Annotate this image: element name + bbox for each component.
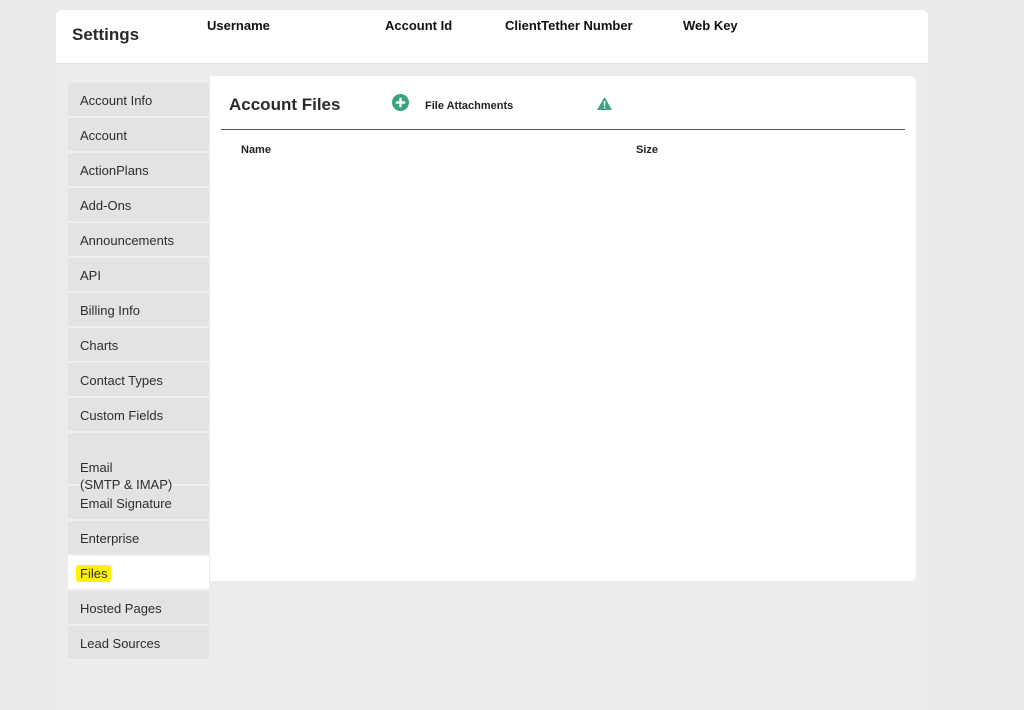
sidebar-item-label: Email (SMTP & IMAP) (80, 460, 173, 492)
sidebar-item-label: Add-Ons (80, 198, 132, 213)
account-files-panel: Account Files File Attachments Name Size (210, 76, 916, 581)
sidebar-item-label: API (80, 268, 101, 283)
sidebar-item-label: Custom Fields (80, 408, 164, 423)
plus-circle-icon[interactable] (392, 94, 409, 111)
sidebar-item-label: Contact Types (80, 373, 163, 388)
sidebar-item-enterprise[interactable]: Enterprise (68, 521, 209, 556)
file-attachments-label: File Attachments (425, 100, 514, 112)
table-header-name: Name (241, 144, 271, 156)
sidebar-item-lead-sources[interactable]: Lead Sources (68, 626, 209, 661)
sidebar-item-billing-info[interactable]: Billing Info (68, 293, 209, 328)
sidebar-item-contact-types[interactable]: Contact Types (68, 363, 209, 398)
sidebar-item-email[interactable]: Email (SMTP & IMAP) (68, 433, 209, 492)
page-title: Settings (72, 25, 140, 44)
sidebar-item-announcements[interactable]: Announcements (68, 223, 209, 258)
sidebar-item-label: Lead Sources (80, 636, 161, 651)
table-header-size: Size (636, 144, 659, 156)
sidebar-item-label: Account (80, 128, 127, 143)
sidebar-item-hosted-pages[interactable]: Hosted Pages (68, 591, 209, 626)
header-clienttether-number: ClientTether Number (505, 18, 633, 33)
sidebar-item-label: Files (76, 565, 112, 582)
sidebar-item-label: Hosted Pages (80, 601, 162, 616)
sidebar-item-charts[interactable]: Charts (68, 328, 209, 363)
sidebar-item-label: Announcements (80, 233, 174, 248)
header-web-key: Web Key (683, 18, 738, 33)
sidebar-item-label: Email Signature (80, 496, 172, 511)
warning-triangle-icon[interactable] (597, 97, 612, 110)
sidebar-item-label: Account Info (80, 93, 153, 108)
sidebar-item-custom-fields[interactable]: Custom Fields (68, 398, 209, 433)
sidebar-item-label: Enterprise (80, 531, 140, 546)
panel-divider (221, 129, 905, 130)
sidebar-item-files[interactable]: Files (68, 556, 209, 591)
sidebar-item-actionplans[interactable]: ActionPlans (68, 153, 209, 188)
settings-header: Settings Username Account Id ClientTethe… (56, 10, 928, 64)
panel-title: Account Files (229, 95, 341, 114)
sidebar-item-label: Charts (80, 338, 119, 353)
sidebar-item-add-ons[interactable]: Add-Ons (68, 188, 209, 223)
sidebar-item-account[interactable]: Account (68, 118, 209, 153)
sidebar-item-label: Billing Info (80, 303, 140, 318)
header-account-id: Account Id (385, 18, 453, 33)
sidebar-item-account-info[interactable]: Account Info (68, 83, 209, 118)
sidebar-item-label: ActionPlans (80, 163, 149, 178)
sidebar-item-api[interactable]: API (68, 258, 209, 293)
settings-sidebar: Account Info Account ActionPlans Add-Ons… (68, 83, 209, 661)
header-username: Username (207, 18, 270, 33)
